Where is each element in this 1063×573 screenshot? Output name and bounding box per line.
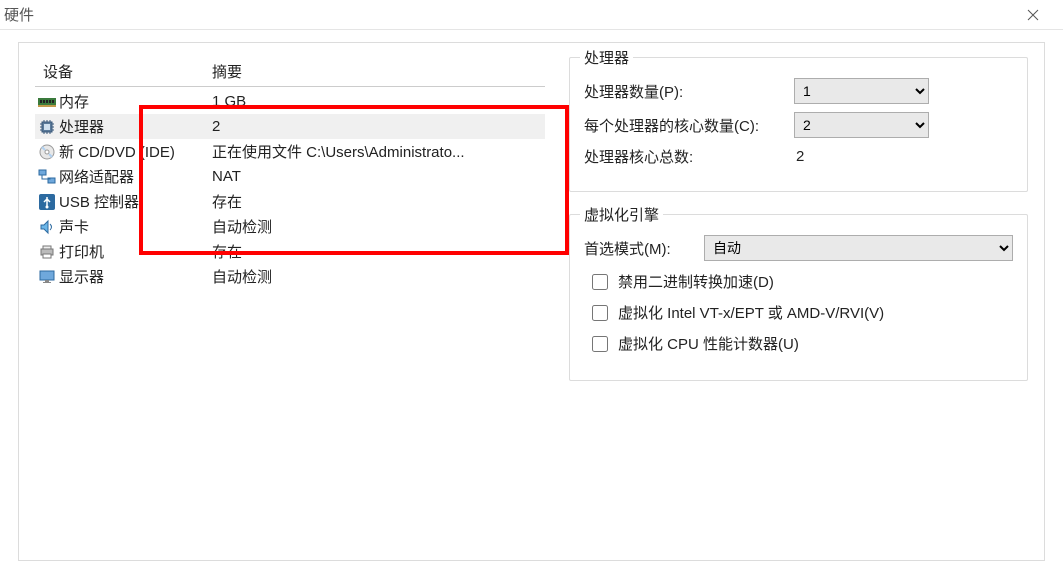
disable-binary-translation-label: 禁用二进制转换加速(D) — [618, 271, 774, 292]
usb-icon — [37, 193, 57, 211]
device-summary: 1 GB — [212, 93, 545, 110]
device-name: 网络适配器 — [59, 166, 212, 187]
device-summary: 存在 — [212, 191, 545, 212]
virtualization-group: 虚拟化引擎 首选模式(M): 自动 禁用二进制转换加速(D) — [569, 214, 1028, 381]
total-cores-value: 2 — [794, 148, 804, 165]
processor-count-select[interactable]: 1 — [794, 78, 929, 104]
device-list: 内存1 GB处理器2新 CD/DVD (IDE)正在使用文件 C:\Users\… — [35, 89, 545, 289]
disc-icon — [37, 143, 57, 161]
total-cores-label: 处理器核心总数: — [584, 146, 794, 167]
device-name: 显示器 — [59, 266, 212, 287]
virtualize-cpu-perf-checkbox[interactable] — [592, 336, 608, 352]
device-name: 新 CD/DVD (IDE) — [59, 141, 212, 162]
device-name: 打印机 — [59, 241, 212, 262]
printer-icon — [37, 243, 57, 261]
device-name: 内存 — [59, 91, 212, 112]
device-panel: 设备 摘要 内存1 GB处理器2新 CD/DVD (IDE)正在使用文件 C:\… — [35, 57, 545, 546]
processor-legend: 处理器 — [580, 47, 633, 68]
device-summary: 正在使用文件 C:\Users\Administrato... — [212, 141, 545, 162]
device-row[interactable]: USB 控制器存在 — [35, 189, 545, 214]
header-device: 设备 — [37, 61, 212, 82]
virtualize-vtx-checkbox[interactable] — [592, 305, 608, 321]
device-summary: 自动检测 — [212, 216, 545, 237]
device-summary: 2 — [212, 118, 545, 135]
display-icon — [37, 268, 57, 286]
device-summary: 存在 — [212, 241, 545, 262]
preferred-mode-label: 首选模式(M): — [584, 238, 704, 259]
processor-count-label: 处理器数量(P): — [584, 81, 794, 102]
inner-panel: 设备 摘要 内存1 GB处理器2新 CD/DVD (IDE)正在使用文件 C:\… — [18, 42, 1045, 561]
cores-per-processor-label: 每个处理器的核心数量(C): — [584, 115, 794, 136]
virtualize-cpu-perf-label: 虚拟化 CPU 性能计数器(U) — [618, 333, 799, 354]
device-summary: 自动检测 — [212, 266, 545, 287]
device-row[interactable]: 新 CD/DVD (IDE)正在使用文件 C:\Users\Administra… — [35, 139, 545, 164]
settings-panel: 处理器 处理器数量(P): 1 每个处理器的核心数量(C): — [569, 57, 1028, 546]
disable-binary-translation-checkbox[interactable] — [592, 274, 608, 290]
sound-icon — [37, 218, 57, 236]
header-summary: 摘要 — [212, 61, 543, 82]
device-summary: NAT — [212, 168, 545, 185]
virtualization-legend: 虚拟化引擎 — [580, 204, 663, 225]
device-name: USB 控制器 — [59, 191, 212, 212]
device-name: 处理器 — [59, 116, 212, 137]
device-name: 声卡 — [59, 216, 212, 237]
preferred-mode-select[interactable]: 自动 — [704, 235, 1013, 261]
virtualize-cpu-perf-row[interactable]: 虚拟化 CPU 性能计数器(U) — [592, 333, 1013, 354]
device-row[interactable]: 内存1 GB — [35, 89, 545, 114]
window-title: 硬件 — [4, 4, 34, 25]
virtualize-vtx-row[interactable]: 虚拟化 Intel VT-x/EPT 或 AMD-V/RVI(V) — [592, 302, 1013, 323]
processor-group: 处理器 处理器数量(P): 1 每个处理器的核心数量(C): — [569, 57, 1028, 192]
memory-icon — [37, 93, 57, 111]
device-row[interactable]: 显示器自动检测 — [35, 264, 545, 289]
close-icon — [1027, 9, 1039, 21]
device-row[interactable]: 声卡自动检测 — [35, 214, 545, 239]
device-row[interactable]: 处理器2 — [35, 114, 545, 139]
close-button[interactable] — [1011, 0, 1055, 30]
device-row[interactable]: 打印机存在 — [35, 239, 545, 264]
device-list-header: 设备 摘要 — [35, 57, 545, 87]
title-bar: 硬件 — [0, 0, 1063, 30]
cpu-icon — [37, 118, 57, 136]
content-area: 设备 摘要 内存1 GB处理器2新 CD/DVD (IDE)正在使用文件 C:\… — [0, 30, 1063, 573]
device-row[interactable]: 网络适配器NAT — [35, 164, 545, 189]
disable-binary-translation-row[interactable]: 禁用二进制转换加速(D) — [592, 271, 1013, 292]
cores-per-processor-select[interactable]: 2 — [794, 112, 929, 138]
network-icon — [37, 168, 57, 186]
virtualize-vtx-label: 虚拟化 Intel VT-x/EPT 或 AMD-V/RVI(V) — [618, 302, 884, 323]
